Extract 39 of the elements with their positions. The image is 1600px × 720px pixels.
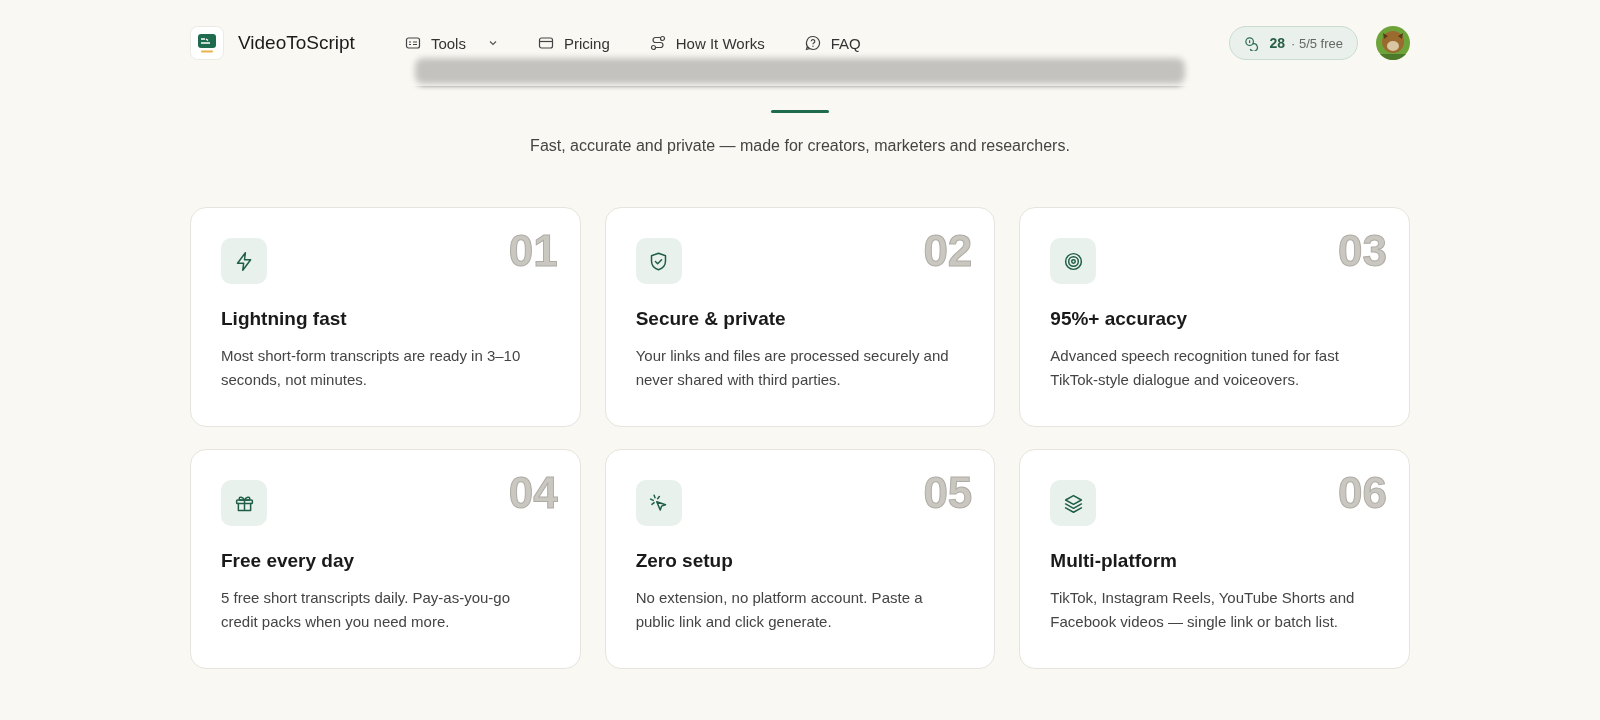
feature-description: Most short-form transcripts are ready in 3–10 seconds, not minutes.: [221, 346, 522, 390]
feature-title: Free every day: [221, 550, 356, 572]
help-icon: [804, 35, 821, 51]
page-subtitle: Fast, accurate and private — made for creators, marketers and researchers.: [529, 137, 1071, 155]
feature-title: Secure & private: [635, 308, 787, 330]
feature-description: No extension, no platform account. Paste a public link and click generate.: [635, 588, 924, 632]
feature-number: 05: [923, 468, 973, 518]
feature-number: 03: [1338, 226, 1387, 276]
nav-link[interactable]: Tools: [404, 34, 498, 52]
gift-icon: [221, 480, 267, 526]
nav-link[interactable]: How It Works: [649, 34, 765, 52]
lightning-icon: [221, 238, 267, 284]
coins-icon: [1244, 35, 1260, 51]
route-icon: [649, 35, 666, 51]
feature-title: Lightning fast: [221, 308, 348, 330]
shield-check-icon: [635, 238, 682, 284]
brand-name[interactable]: VideoToScript: [238, 32, 355, 54]
avatar[interactable]: [1376, 26, 1410, 60]
feature-description: TikTok, Instagram Reels, YouTube Shorts and Facebook videos — single link or batch list.: [1050, 588, 1356, 632]
feature-number: 04: [508, 468, 558, 518]
credit-card-icon: [537, 35, 554, 51]
feature-number: 06: [1338, 468, 1387, 518]
feature-description: Your links and files are processed securely and never shared with third parties.: [635, 346, 950, 390]
feature-number: 02: [923, 226, 973, 276]
target-icon: [1050, 238, 1097, 284]
cursor-click-icon: [635, 480, 682, 526]
feature-title: Multi-platform: [1050, 550, 1178, 572]
feature-number: 01: [508, 226, 558, 276]
nav-link[interactable]: FAQ: [804, 34, 861, 52]
feature-title: 95%+ accuracy: [1050, 308, 1189, 330]
feature-title: Zero setup: [635, 550, 734, 572]
feature-description: Advanced speech recognition tuned for fast TikTok-style dialogue and voiceovers.: [1050, 346, 1340, 390]
feature-description: 5 free short transcripts daily. Pay-as-you-go credit packs when you need more.: [221, 588, 511, 632]
layers-icon: [1050, 480, 1097, 526]
logo-icon[interactable]: [190, 26, 224, 60]
chevron-down-icon: [487, 38, 498, 48]
card-icon: [404, 35, 421, 51]
nav-link[interactable]: Pricing: [537, 34, 610, 52]
credits-badge[interactable]: 28 · 5/5 free: [1229, 26, 1358, 60]
